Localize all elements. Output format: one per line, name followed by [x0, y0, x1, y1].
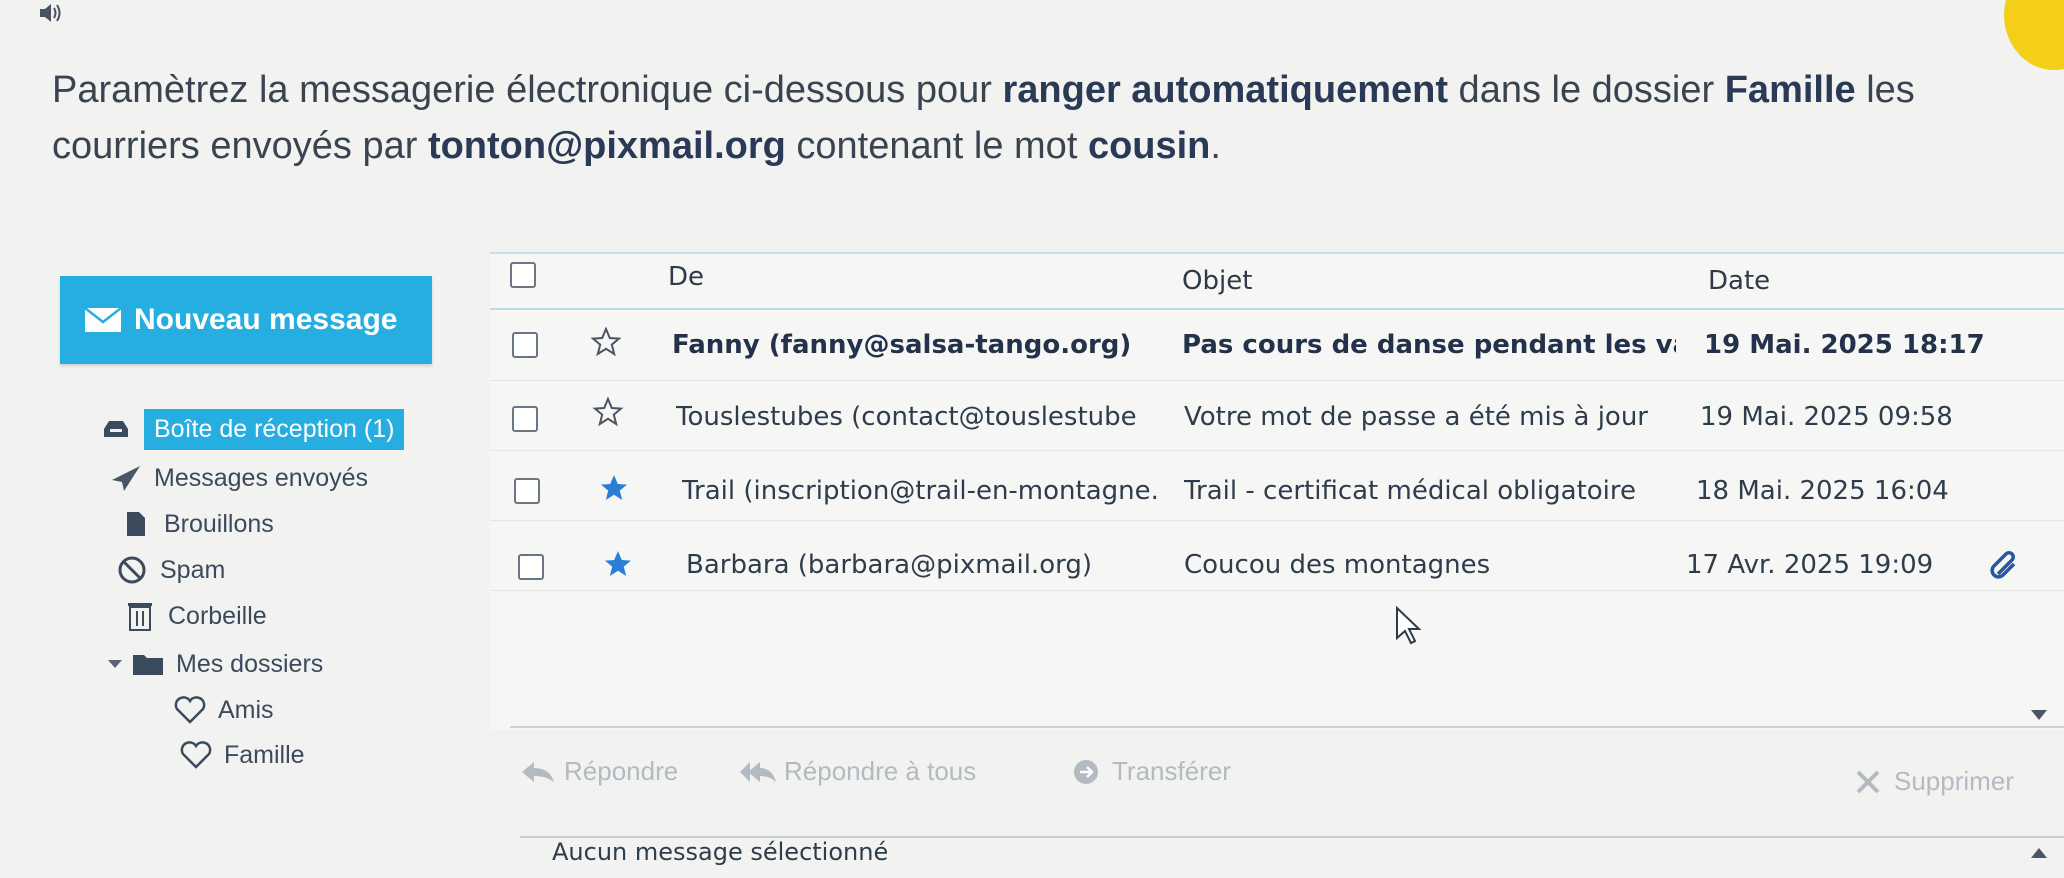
message-date: 18 Mai. 2025 16:04 [1696, 476, 1949, 506]
forward-icon [1074, 759, 1098, 784]
delete-label: Supprimer [1894, 766, 2014, 796]
folder-famille[interactable]: Famille [180, 735, 305, 775]
forward-label: Transférer [1112, 756, 1231, 786]
row-checkbox[interactable] [518, 554, 544, 580]
close-icon [1856, 770, 1880, 793]
folder-trash[interactable]: Corbeille [124, 596, 267, 636]
row-checkbox[interactable] [514, 478, 540, 504]
folder-drafts[interactable]: Brouillons [120, 504, 274, 544]
heart-icon [180, 740, 212, 770]
message-subject: Pas cours de danse pendant les vac [1182, 330, 1676, 360]
envelope-icon [84, 307, 122, 332]
folder-label: Messages envoyés [154, 463, 369, 492]
folder-icon [132, 649, 164, 679]
reply-all-label: Répondre à tous [784, 756, 977, 786]
message-date: 19 Mai. 2025 18:17 [1704, 330, 1985, 360]
delete-button[interactable]: Supprimer [1850, 766, 2014, 797]
message-from: Barbara (barbara@pixmail.org) [686, 550, 1092, 580]
inbox-icon [100, 414, 132, 444]
chevron-down-icon[interactable] [2030, 708, 2048, 722]
mouse-cursor-icon [1396, 606, 1422, 645]
folder-inbox[interactable]: Boîte de réception (1) [100, 408, 405, 450]
chevron-up-icon[interactable] [2030, 846, 2048, 860]
message-row[interactable]: Barbara (barbara@pixmail.org) Coucou des… [490, 520, 2064, 591]
new-message-label: Nouveau message [134, 303, 398, 336]
message-date: 19 Mai. 2025 09:58 [1700, 402, 1953, 432]
row-checkbox[interactable] [512, 332, 538, 358]
star-filled-icon[interactable] [598, 472, 630, 504]
reply-label: Répondre [564, 756, 679, 786]
star-outline-icon[interactable] [592, 396, 624, 428]
forward-button[interactable]: Transférer [1068, 756, 1231, 787]
message-row[interactable]: Touslestubes (contact@touslestube Votre … [490, 380, 2064, 451]
instruction-text: Paramètrez la messagerie électronique ci… [52, 69, 1915, 167]
folder-label: Famille [224, 740, 305, 769]
folder-label: Boîte de réception (1) [144, 408, 405, 450]
folder-my-folders[interactable]: Mes dossiers [108, 644, 323, 684]
reply-all-button[interactable]: Répondre à tous [740, 756, 976, 787]
yellow-corner-decoration [2004, 0, 2064, 70]
folder-sent[interactable]: Messages envoyés [110, 458, 368, 498]
folder-label: Amis [218, 695, 274, 724]
row-checkbox[interactable] [512, 406, 538, 432]
list-header: De Objet Date [490, 254, 2064, 310]
message-from: Fanny (fanny@salsa-tango.org) [672, 330, 1132, 360]
message-subject: Trail - certificat médical obligatoire [1184, 476, 1637, 506]
folder-label: Brouillons [164, 509, 274, 538]
folder-label: Spam [160, 555, 226, 584]
preview-pane: Aucun message sélectionné [520, 836, 2064, 878]
message-row[interactable]: Fanny (fanny@salsa-tango.org) Pas cours … [490, 310, 2064, 381]
star-filled-icon[interactable] [602, 548, 634, 580]
draft-icon [120, 509, 152, 539]
reply-all-icon [740, 761, 776, 782]
expand-triangle-icon[interactable] [108, 660, 122, 668]
preview-text: Aucun message sélectionné [552, 838, 889, 866]
message-subject: Coucou des montagnes [1184, 550, 1491, 580]
paper-plane-icon [110, 463, 142, 493]
folder-amis[interactable]: Amis [174, 690, 274, 730]
header-date[interactable]: Date [1708, 266, 1770, 296]
trash-icon [124, 601, 156, 631]
message-subject: Votre mot de passe a été mis à jour [1184, 402, 1649, 432]
folder-label: Mes dossiers [176, 649, 324, 678]
message-list: De Objet Date Fanny (fanny@salsa-tango.o… [490, 252, 2064, 730]
select-all-checkbox[interactable] [510, 262, 536, 288]
speaker-icon[interactable] [38, 2, 64, 24]
list-divider [510, 726, 2064, 728]
header-from[interactable]: De [668, 262, 704, 292]
reply-button[interactable]: Répondre [520, 756, 678, 787]
message-from: Trail (inscription@trail-en-montagne. [682, 476, 1159, 506]
heart-icon [174, 695, 206, 725]
message-row[interactable]: Trail (inscription@trail-en-montagne. Tr… [490, 450, 2064, 521]
folder-label: Corbeille [168, 601, 267, 630]
reply-icon [522, 761, 554, 782]
folder-spam[interactable]: Spam [116, 550, 225, 590]
message-toolbar: Répondre Répondre à tous Transférer Supp… [520, 756, 2064, 796]
star-outline-icon[interactable] [590, 326, 622, 358]
message-from: Touslestubes (contact@touslestube [676, 402, 1137, 432]
new-message-button[interactable]: Nouveau message [60, 276, 432, 364]
ban-icon [116, 555, 148, 585]
header-subject[interactable]: Objet [1182, 266, 1252, 296]
paperclip-icon [1990, 551, 2016, 579]
message-date: 17 Avr. 2025 19:09 [1686, 550, 1934, 580]
